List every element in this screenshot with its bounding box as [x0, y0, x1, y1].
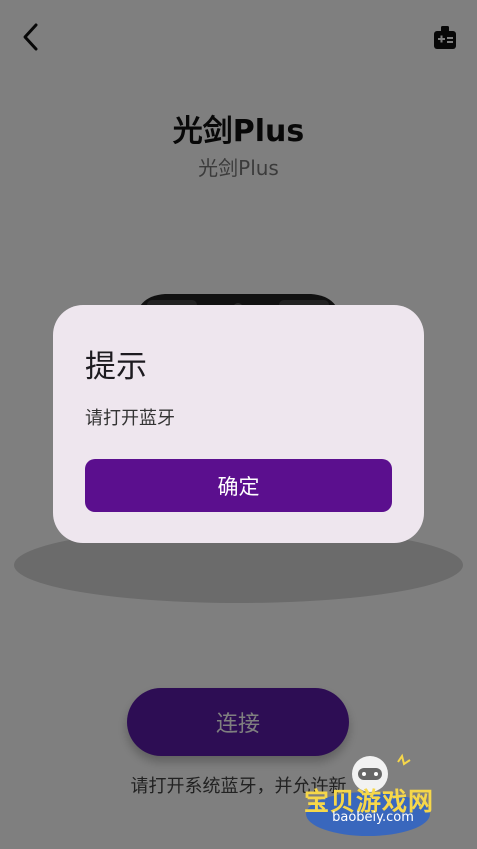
dialog-title: 提示: [85, 349, 147, 385]
dialog-message: 请打开蓝牙: [85, 408, 175, 429]
site-watermark: 宝贝游戏网 baobeiy.com: [298, 752, 448, 842]
watermark-site: baobeiy.com: [332, 810, 414, 825]
confirm-button[interactable]: 确定: [85, 459, 392, 512]
alert-dialog: 提示 请打开蓝牙 确定: [53, 305, 424, 543]
